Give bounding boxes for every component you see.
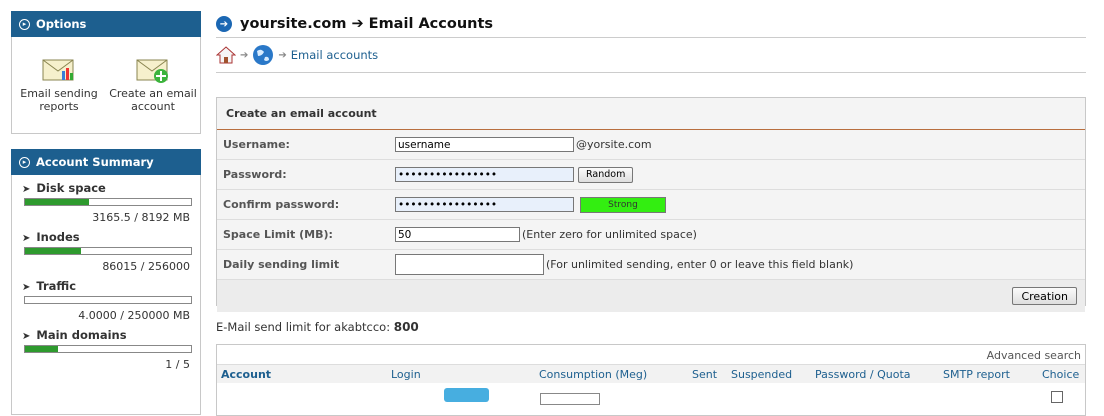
email-add-icon xyxy=(136,57,170,83)
options-panel-header: ▸ Options xyxy=(11,11,201,37)
space-limit-hint: (Enter zero for unlimited space) xyxy=(522,228,697,241)
email-sending-reports-link[interactable]: Email sending reports xyxy=(14,57,104,133)
globe-icon[interactable] xyxy=(252,44,274,66)
summary-item-value: 4.0000 / 250000 MB xyxy=(78,309,190,322)
send-limit-info: E-Mail send limit for akabtcco: 800 xyxy=(216,320,419,334)
accounts-table-header: Account Login Consumption (Meg) Sent Sus… xyxy=(217,364,1085,383)
daily-limit-hint: (For unlimited sending, enter 0 or leave… xyxy=(546,258,854,271)
breadcrumb-email-accounts-link[interactable]: Email accounts xyxy=(291,48,378,62)
column-login[interactable]: Login xyxy=(391,368,421,381)
summary-inodes: ➤ Inodes 86015 / 256000 xyxy=(22,230,192,273)
email-report-icon xyxy=(42,57,76,83)
summary-item-value: 1 / 5 xyxy=(165,358,190,371)
random-password-button[interactable]: Random xyxy=(578,166,634,183)
password-row: Password: Random xyxy=(217,160,1085,190)
summary-item-value: 86015 / 256000 xyxy=(102,260,190,273)
password-strength-indicator: Strong xyxy=(580,196,666,213)
choice-checkbox[interactable] xyxy=(1051,391,1063,403)
circle-arrow-icon: ▸ xyxy=(19,156,30,168)
summary-panel-header: ▸ Account Summary xyxy=(11,149,201,175)
form-title: Create an email account xyxy=(217,98,1085,130)
progress-bar xyxy=(24,198,192,206)
arrow-right-icon: ➤ xyxy=(22,184,31,195)
column-consumption[interactable]: Consumption (Meg) xyxy=(539,368,647,381)
create-account-form: Create an email account Username: @yorsi… xyxy=(216,97,1086,312)
go-arrow-icon: ➔ xyxy=(216,16,232,32)
column-sent[interactable]: Sent xyxy=(692,368,717,381)
consumption-input[interactable] xyxy=(540,393,600,405)
username-input[interactable] xyxy=(395,137,574,152)
space-limit-input[interactable] xyxy=(395,227,520,242)
accounts-table: Advanced search Account Login Consumptio… xyxy=(216,344,1086,416)
progress-bar xyxy=(24,296,192,304)
confirm-password-label: Confirm password: xyxy=(223,198,340,211)
daily-limit-label: Daily sending limit xyxy=(223,258,340,271)
daily-limit-input[interactable] xyxy=(395,254,544,275)
title-row: ➔ yoursite.com ➔ Email Accounts xyxy=(216,11,1086,38)
summary-panel: ➤ Disk space 3165.5 / 8192 MB ➤ Inodes 860… xyxy=(11,175,201,415)
summary-item-title: Disk space xyxy=(36,181,106,195)
summary-item-value: 3165.5 / 8192 MB xyxy=(92,211,190,224)
summary-main-domains: ➤ Main domains 1 / 5 xyxy=(22,328,192,371)
main-content: ➔ yoursite.com ➔ Email Accounts ➔ ➔ Emai… xyxy=(216,11,1086,416)
confirm-password-input[interactable] xyxy=(395,197,574,212)
table-row xyxy=(217,383,1085,405)
default-badge[interactable] xyxy=(444,388,489,402)
progress-bar xyxy=(24,247,192,255)
options-panel: Email sending reports Create an email ac… xyxy=(11,37,201,134)
password-label: Password: xyxy=(223,168,287,181)
breadcrumb: ➔ ➔ Email accounts xyxy=(216,38,1086,73)
summary-disk-space: ➤ Disk space 3165.5 / 8192 MB xyxy=(22,181,192,224)
daily-limit-row: Daily sending limit (For unlimited sendi… xyxy=(217,250,1085,280)
arrow-right-icon: ➤ xyxy=(22,331,31,342)
space-limit-label: Space Limit (MB): xyxy=(223,228,333,241)
send-limit-label: E-Mail send limit for akabtcco: xyxy=(216,320,391,334)
username-row: Username: @yorsite.com xyxy=(217,130,1085,160)
form-footer: Creation xyxy=(217,280,1085,312)
options-panel-title: Options xyxy=(36,17,87,31)
creation-button[interactable]: Creation xyxy=(1012,287,1077,305)
create-email-account-link[interactable]: Create an email account xyxy=(108,57,198,133)
space-limit-row: Space Limit (MB): (Enter zero for unlimi… xyxy=(217,220,1085,250)
advanced-search-link[interactable]: Advanced search xyxy=(217,345,1085,364)
progress-bar xyxy=(24,345,192,353)
arrow-right-icon: ➤ xyxy=(22,233,31,244)
email-sending-reports-label: Email sending reports xyxy=(20,87,98,113)
column-smtp-report[interactable]: SMTP report xyxy=(943,368,1010,381)
password-input[interactable] xyxy=(395,167,574,182)
circle-arrow-icon: ▸ xyxy=(19,18,30,30)
column-choice[interactable]: Choice xyxy=(1042,368,1079,381)
column-password-quota[interactable]: Password / Quota xyxy=(815,368,911,381)
column-account[interactable]: Account xyxy=(221,368,271,381)
confirm-password-row: Confirm password: Strong xyxy=(217,190,1085,220)
summary-item-title: Traffic xyxy=(36,279,77,293)
summary-item-title: Main domains xyxy=(36,328,127,342)
send-limit-value: 800 xyxy=(393,320,419,334)
summary-traffic: ➤ Traffic 4.0000 / 250000 MB xyxy=(22,279,192,322)
sidebar: ▸ Options Email sending reports Create a… xyxy=(11,11,201,415)
domain-suffix: @yorsite.com xyxy=(576,138,652,151)
summary-panel-title: Account Summary xyxy=(36,155,154,169)
home-icon[interactable] xyxy=(216,45,236,65)
create-email-account-label: Create an email account xyxy=(109,87,197,113)
username-label: Username: xyxy=(223,138,290,151)
arrow-right-icon: ➤ xyxy=(22,282,31,293)
column-suspended[interactable]: Suspended xyxy=(731,368,792,381)
breadcrumb-arrow-icon: ➔ xyxy=(240,49,249,61)
page-title: yoursite.com ➔ Email Accounts xyxy=(240,16,494,32)
breadcrumb-arrow-icon: ➔ xyxy=(278,49,287,61)
summary-item-title: Inodes xyxy=(36,230,80,244)
